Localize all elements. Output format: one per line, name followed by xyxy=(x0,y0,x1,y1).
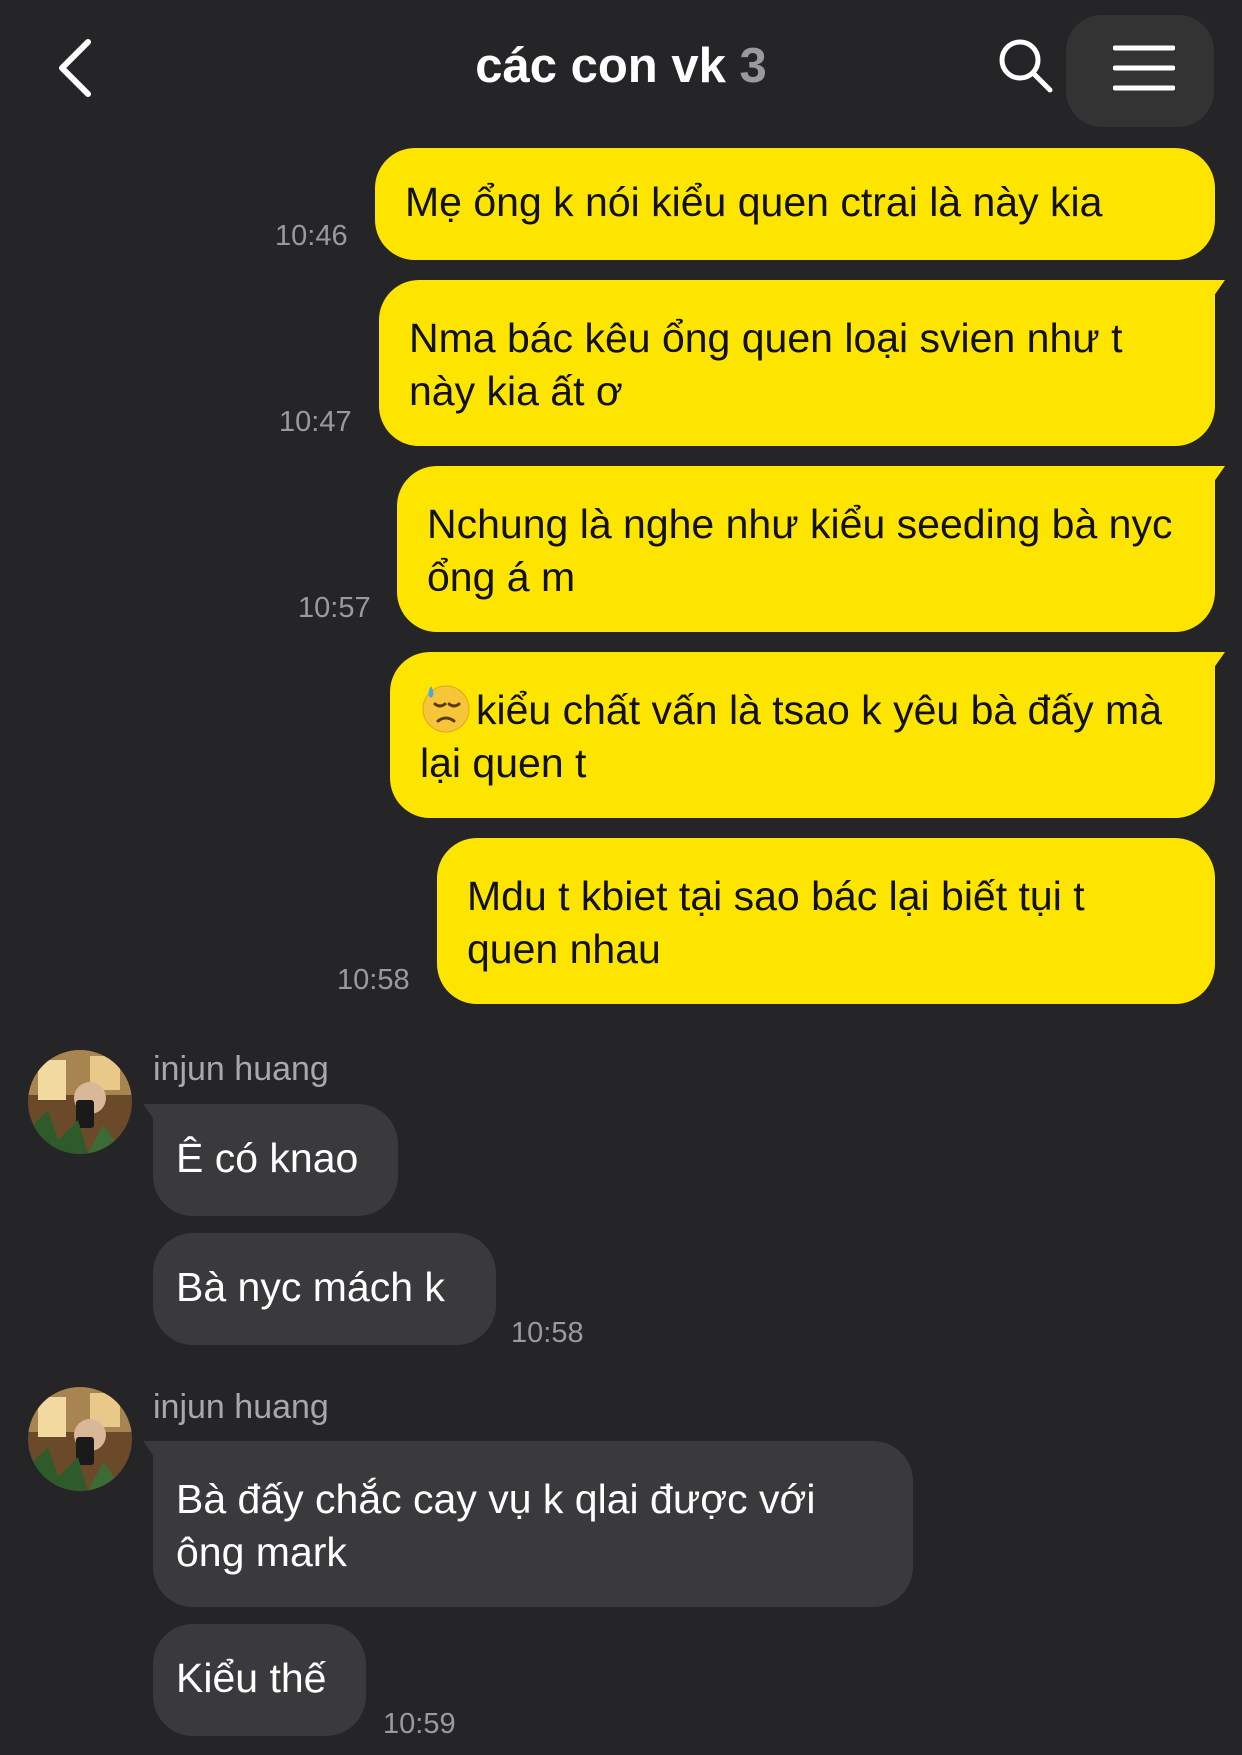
my-message-bubble[interactable]: Nchung là nghe như kiểu seeding bà nyc ổ… xyxy=(397,466,1225,632)
message-time: 10:57 xyxy=(298,592,371,624)
their-message-bubble[interactable]: Kiểu thế xyxy=(153,1624,366,1736)
downcast-face-with-sweat-emoji xyxy=(422,685,470,733)
message-text: kiểu chất vấn là tsao k yêu bà đấy mà lạ… xyxy=(420,687,1163,786)
message-time: 10:46 xyxy=(275,220,348,252)
search-icon xyxy=(999,39,1053,93)
hamburger-menu-icon xyxy=(1113,45,1175,91)
chat-header: các con vk 3 xyxy=(0,0,1242,140)
message-text: Kiểu thế xyxy=(176,1655,327,1701)
their-message-bubble[interactable]: Bà đấy chắc cay vụ k qlai được với ông m… xyxy=(143,1441,913,1607)
avatar[interactable] xyxy=(28,1387,132,1491)
avatar[interactable] xyxy=(28,1050,132,1154)
message-time: 10:59 xyxy=(383,1708,456,1740)
my-message-bubble[interactable]: kiểu chất vấn là tsao k yêu bà đấy mà lạ… xyxy=(390,652,1225,818)
chat-name: các con vk xyxy=(475,39,726,93)
message-time: 10:47 xyxy=(279,406,352,438)
search-button[interactable] xyxy=(996,36,1054,94)
avatar-photo xyxy=(28,1050,132,1154)
their-message-bubble[interactable]: Ê có knao xyxy=(143,1104,398,1216)
message-time: 10:58 xyxy=(337,964,410,996)
chat-title: các con vk 3 xyxy=(0,38,1242,94)
message-text: Nchung là nghe như kiểu seeding bà nyc ổ… xyxy=(427,501,1173,600)
message-time: 10:58 xyxy=(511,1317,584,1349)
message-text: Mdu t kbiet tại sao bác lại biết tụi t q… xyxy=(467,873,1085,972)
message-text: Bà đấy chắc cay vụ k qlai được với ông m… xyxy=(176,1476,816,1575)
member-count: 3 xyxy=(739,39,767,93)
message-text: Mẹ ổng k nói kiểu quen ctrai là này kia xyxy=(405,179,1103,225)
sender-name: injun huang xyxy=(153,1388,329,1426)
avatar-photo xyxy=(28,1387,132,1491)
sender-name: injun huang xyxy=(153,1050,329,1088)
their-message-bubble[interactable]: Bà nyc mách k xyxy=(153,1233,496,1345)
my-message-bubble[interactable]: Mdu t kbiet tại sao bác lại biết tụi t q… xyxy=(437,838,1215,1004)
menu-button[interactable] xyxy=(1066,15,1214,127)
message-text: Nma bác kêu ổng quen loại svien như t nà… xyxy=(409,315,1123,414)
message-text: Bà nyc mách k xyxy=(176,1264,445,1310)
my-message-bubble[interactable]: Mẹ ổng k nói kiểu quen ctrai là này kia xyxy=(375,148,1215,260)
message-text: Ê có knao xyxy=(176,1135,359,1181)
my-message-bubble[interactable]: Nma bác kêu ổng quen loại svien như t nà… xyxy=(379,280,1225,446)
